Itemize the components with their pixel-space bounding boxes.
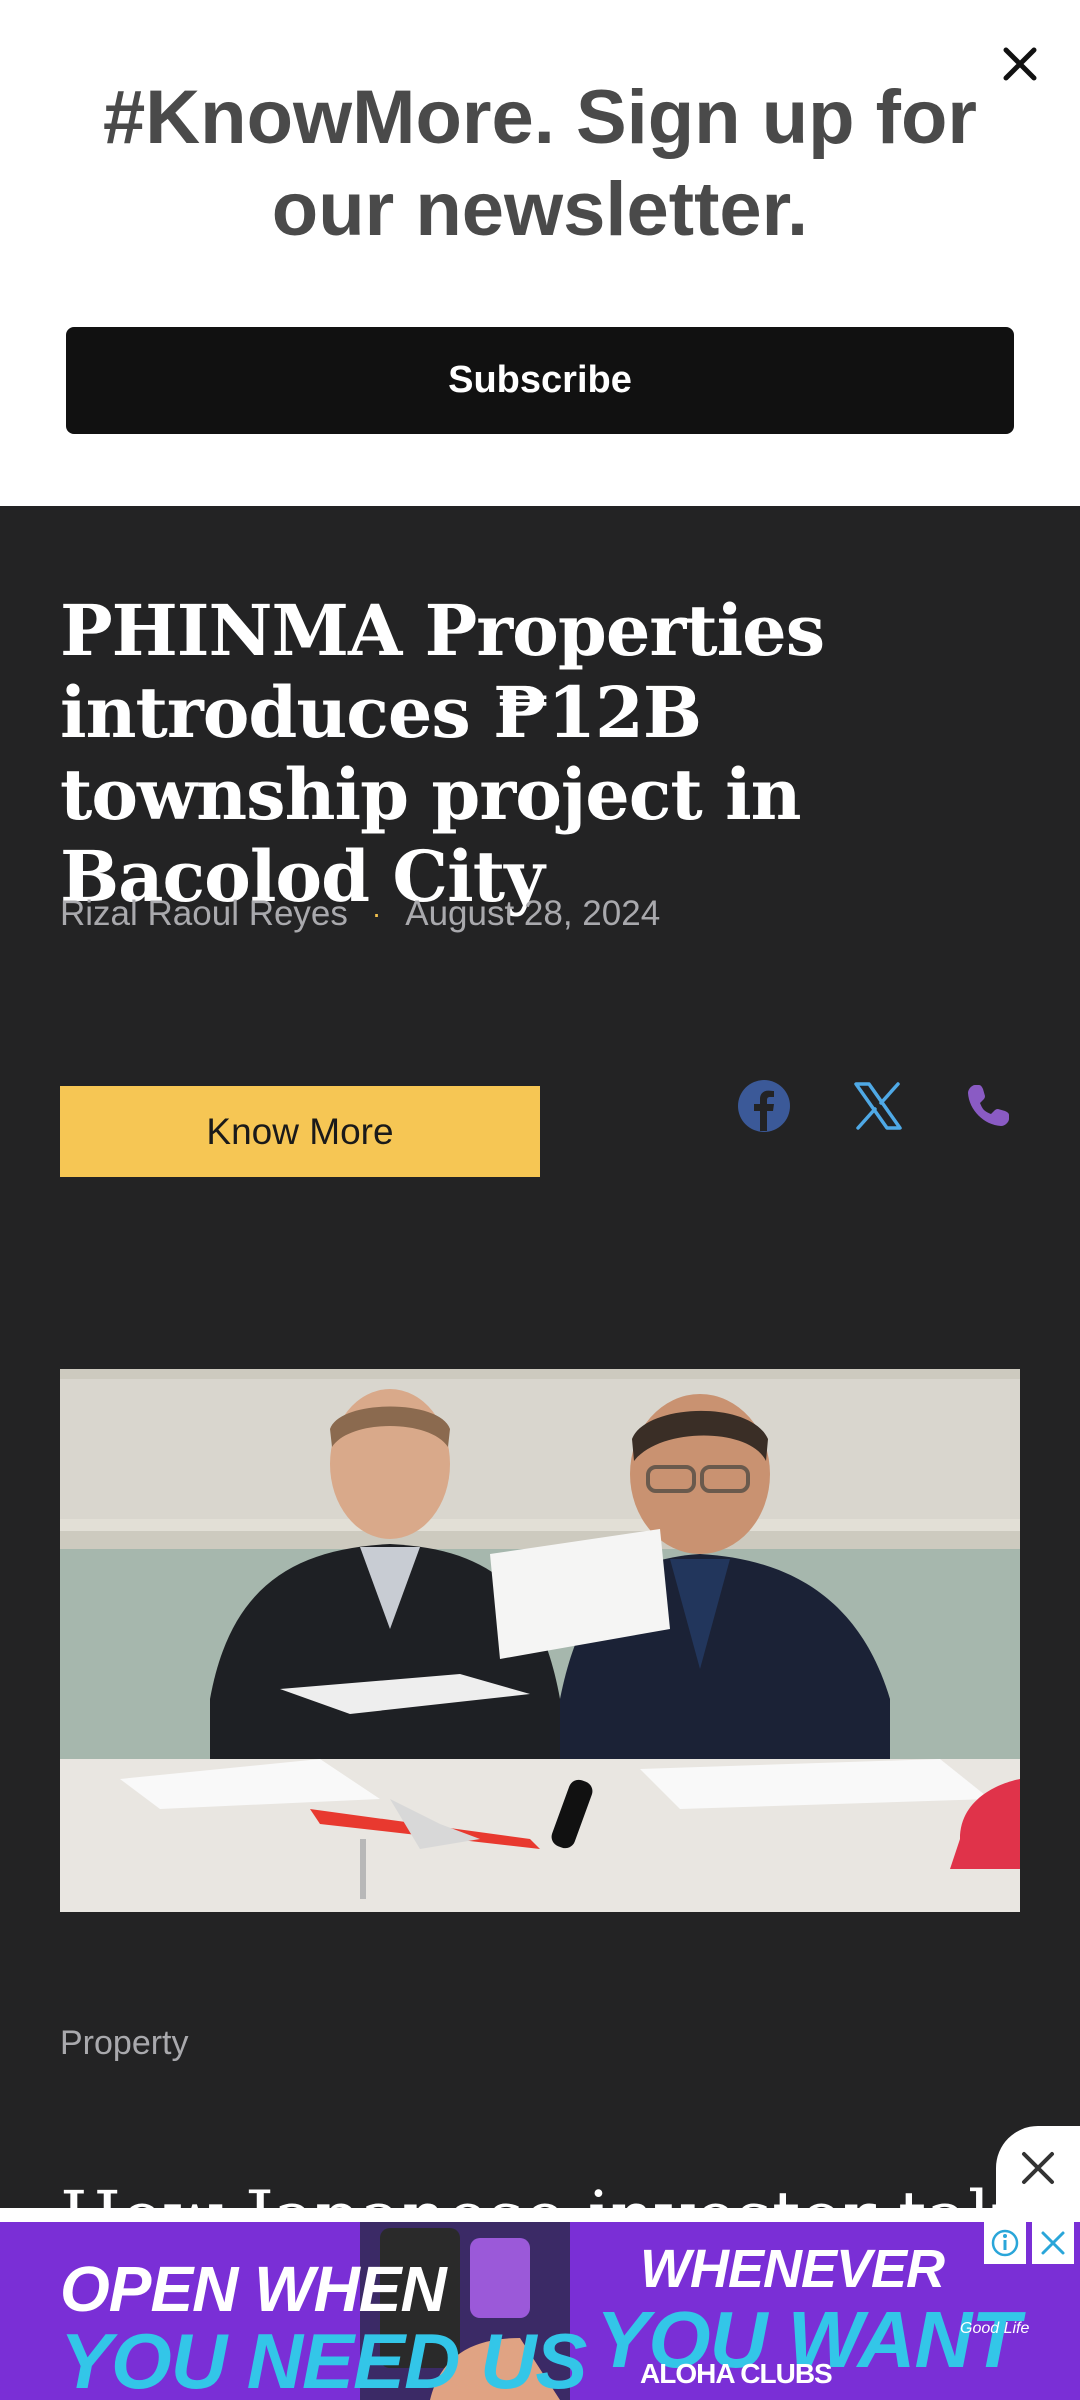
byline: Rizal Raoul Reyes · August 28, 2024	[60, 894, 660, 934]
close-icon	[1022, 2152, 1054, 2184]
share-facebook-button[interactable]	[736, 1078, 792, 1134]
ad-text-whenever: WHENEVER	[640, 2239, 945, 2299]
bottom-ad-banner[interactable]: OPEN WHEN YOU NEED US WHENEVER YOU WANT …	[0, 2208, 1080, 2400]
x-icon	[854, 1082, 902, 1130]
subscribe-button[interactable]: Subscribe	[66, 327, 1014, 434]
newsletter-banner: #KnowMore. Sign up for our newsletter. S…	[0, 0, 1080, 506]
share-phone-button[interactable]	[960, 1078, 1016, 1134]
share-x-button[interactable]	[850, 1078, 906, 1134]
ad-info-button[interactable]	[984, 2222, 1026, 2264]
know-more-button[interactable]: Know More	[60, 1086, 540, 1177]
phone-icon	[968, 1085, 1009, 1126]
publish-date: August 28, 2024	[405, 894, 661, 933]
facebook-icon	[738, 1080, 790, 1132]
ad-top-strip	[0, 2208, 1080, 2222]
ad-close-button[interactable]	[996, 2126, 1080, 2210]
byline-separator: ·	[371, 898, 382, 929]
category-link[interactable]: Property	[60, 2024, 189, 2063]
ad-dismiss-button[interactable]	[1032, 2222, 1074, 2264]
ad-text-clubs: ALOHA CLUBS	[640, 2358, 833, 2389]
ad-text-open: OPEN WHEN	[60, 2253, 447, 2325]
ad-text-you: YOU NEED US	[60, 2317, 587, 2400]
author-link[interactable]: Rizal Raoul Reyes	[60, 894, 348, 934]
newsletter-title: #KnowMore. Sign up for our newsletter.	[103, 75, 977, 252]
article-headline: PHINMA Properties introduces ₱12B townsh…	[60, 589, 825, 918]
ad-brand-logo: Good Life	[960, 2320, 1030, 2337]
info-icon	[991, 2229, 1019, 2257]
article-photo	[60, 1369, 1020, 1912]
close-icon	[1041, 2231, 1065, 2255]
